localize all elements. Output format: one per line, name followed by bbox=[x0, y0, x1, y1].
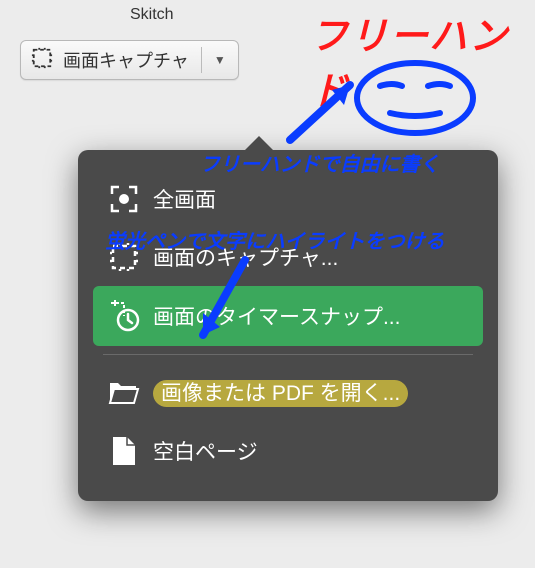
menu-item-label: 空白ページ bbox=[153, 436, 258, 466]
menu-item-label: 全画面 bbox=[153, 184, 216, 214]
app-title: Skitch bbox=[130, 6, 174, 24]
capture-button-label: 画面キャプチャ bbox=[63, 47, 189, 73]
menu-item-open-image-pdf[interactable]: 画像または PDF を開く... bbox=[93, 363, 483, 421]
fullscreen-icon bbox=[103, 184, 145, 214]
blank-page-icon bbox=[103, 435, 145, 467]
menu-item-blank-page[interactable]: 空白ページ bbox=[93, 421, 483, 481]
crop-selection-icon bbox=[103, 242, 145, 272]
button-divider bbox=[201, 47, 202, 73]
chevron-down-icon: ▼ bbox=[214, 53, 226, 67]
menu-divider bbox=[103, 354, 473, 355]
menu-item-screen-capture[interactable]: 画面のキャプチャ... bbox=[93, 228, 483, 286]
annotation-arrow-to-face bbox=[280, 70, 370, 155]
menu-item-label: 画像または PDF を開く... bbox=[153, 377, 408, 407]
titlebar: Skitch bbox=[0, 0, 535, 30]
capture-dropdown-menu: 全画面 画面のキャプチャ... 画面のタイマースナップ... 画像または PDF… bbox=[78, 150, 498, 501]
timer-icon bbox=[103, 300, 145, 332]
annotation-arrow-to-highlight bbox=[185, 255, 265, 360]
menu-item-fullscreen[interactable]: 全画面 bbox=[93, 170, 483, 228]
menu-item-timer-snap[interactable]: 画面のタイマースナップ... bbox=[93, 286, 483, 346]
screen-capture-dropdown-button[interactable]: 画面キャプチャ ▼ bbox=[20, 40, 239, 80]
folder-open-icon bbox=[103, 379, 145, 405]
highlighted-text: 画像または PDF を開く... bbox=[153, 380, 408, 407]
crop-selection-icon bbox=[31, 47, 53, 74]
